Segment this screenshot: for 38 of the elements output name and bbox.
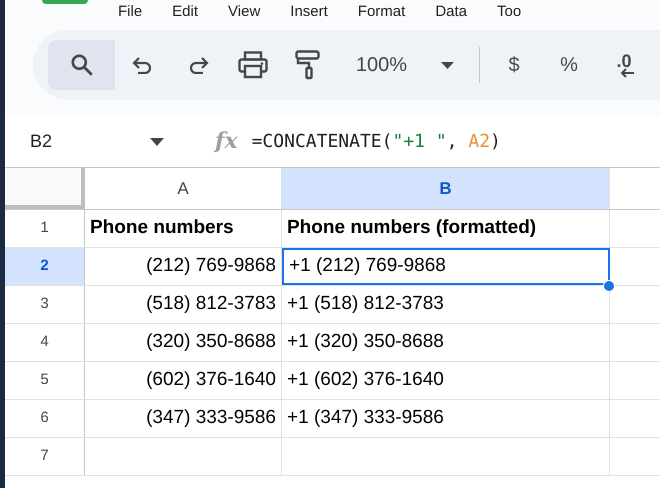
menu-item[interactable]: Data bbox=[435, 3, 467, 20]
menu-item[interactable]: View bbox=[228, 3, 260, 20]
menu-item[interactable]: Too bbox=[497, 3, 522, 20]
menu-item[interactable]: Edit bbox=[172, 3, 198, 20]
menu-item[interactable]: Insert bbox=[290, 3, 328, 20]
table-cell[interactable]: (320) 350-8688 bbox=[85, 324, 282, 361]
search-icon bbox=[68, 52, 94, 78]
undo-icon bbox=[132, 56, 154, 74]
zoom-dropdown[interactable]: 100% bbox=[335, 40, 465, 90]
table-cell[interactable]: +1 (602) 376-1640 bbox=[282, 362, 610, 399]
table-cell[interactable]: +1 (347) 333-9586 bbox=[282, 400, 610, 437]
table-cell[interactable]: (518) 812-3783 bbox=[85, 286, 282, 323]
logo-icon bbox=[42, 0, 88, 4]
percent-button[interactable]: % bbox=[534, 40, 604, 90]
table-cell[interactable]: (347) 333-9586 bbox=[85, 400, 282, 437]
table-cell[interactable]: (212) 769-9868 bbox=[85, 248, 282, 285]
decrease-decimal-button[interactable]: .0 bbox=[604, 40, 644, 90]
caret-icon bbox=[441, 62, 454, 68]
table-cell[interactable]: +1 (518) 812-3783 bbox=[282, 286, 610, 323]
currency-button[interactable]: $ bbox=[494, 40, 534, 90]
table-cell[interactable]: +1 (320) 350-8688 bbox=[282, 324, 610, 361]
table-cell[interactable]: +1 (212) 769-9868 bbox=[282, 248, 610, 285]
fx-label: fx bbox=[215, 127, 238, 156]
column-header[interactable]: B bbox=[282, 168, 610, 209]
menu-item[interactable]: File bbox=[118, 3, 142, 20]
name-box[interactable]: B2 bbox=[30, 128, 150, 155]
left-arrow-icon bbox=[620, 68, 634, 78]
dropdown-icon[interactable] bbox=[150, 138, 164, 146]
paint-roller-icon bbox=[294, 50, 320, 80]
formula-text[interactable]: =CONCATENATE("+1 ", A2) bbox=[252, 128, 501, 155]
table-cell[interactable]: (602) 376-1640 bbox=[85, 362, 282, 399]
table-cell[interactable]: Phone numbers (formatted) bbox=[282, 210, 610, 247]
printer-icon bbox=[238, 51, 268, 79]
table-cell[interactable]: Phone numbers bbox=[85, 210, 282, 247]
row-header[interactable]: 2 bbox=[5, 248, 85, 285]
fill-handle[interactable] bbox=[603, 280, 615, 292]
menu-item[interactable]: Format bbox=[358, 3, 406, 20]
search-button[interactable] bbox=[48, 40, 115, 90]
